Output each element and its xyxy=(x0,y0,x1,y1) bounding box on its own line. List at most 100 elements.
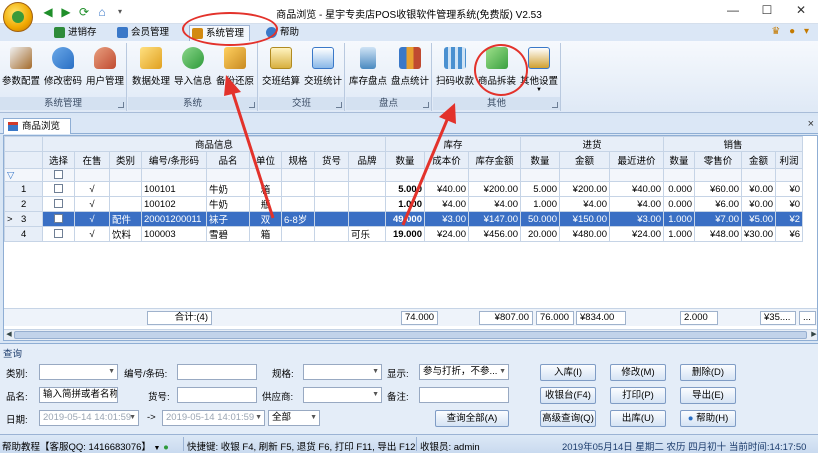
cell-sale-qty[interactable]: 1.000 xyxy=(663,226,695,242)
cell-pur-amt[interactable]: ¥4.00 xyxy=(559,196,610,212)
table-row[interactable]: >3 √ 配件 20001200011 袜子双 6-8岁 49.000 ¥3.00 ¥147.0… xyxy=(4,211,804,227)
inventory-check-button[interactable]: 库存盘点 xyxy=(348,45,388,87)
cell-sale-amt[interactable]: ¥5.00 xyxy=(740,211,777,227)
row-number[interactable]: 4 xyxy=(4,226,43,242)
cell-pur-qty[interactable]: 1.000 xyxy=(520,196,560,212)
cell-last-price[interactable]: ¥4.00 xyxy=(609,196,664,212)
col-sales-amount[interactable]: 金额 xyxy=(740,151,777,169)
cell-cost[interactable]: ¥4.00 xyxy=(424,196,469,212)
tab-members[interactable]: 会员管理 xyxy=(115,25,169,41)
cell-sale-amt[interactable]: ¥0.00 xyxy=(740,196,777,212)
col-retail[interactable]: 零售价 xyxy=(694,151,742,169)
table-row[interactable]: 2 √ 100102 牛奶瓶 1.000 ¥4.00 ¥4.00 1.000 ¥4.00 ¥4.0… xyxy=(4,196,804,212)
cell-category[interactable] xyxy=(109,181,142,197)
cell-cost[interactable]: ¥24.00 xyxy=(424,226,469,242)
minimize-button[interactable]: — xyxy=(716,0,750,20)
scroll-left-icon[interactable]: ◀ xyxy=(4,330,14,340)
table-row[interactable]: 4 √ 饮料 100003 雪碧箱可乐 19.000 ¥24.00 ¥456.00 20.000… xyxy=(4,226,804,242)
cell-pur-amt[interactable]: ¥480.00 xyxy=(559,226,610,242)
cell-retail[interactable]: ¥6.00 xyxy=(694,196,742,212)
cell-itemno[interactable] xyxy=(314,196,349,212)
col-name[interactable]: 品名 xyxy=(206,151,250,169)
horizontal-scrollbar[interactable]: ◀ ▶ xyxy=(4,329,817,340)
col-spec[interactable]: 规格 xyxy=(281,151,315,169)
col-last-price[interactable]: 最近进价 xyxy=(609,151,664,169)
stock-out-button[interactable]: 出库(U) xyxy=(610,410,666,427)
cell-code[interactable]: 100003 xyxy=(141,226,207,242)
group-expand-icon[interactable] xyxy=(336,102,342,108)
cell-stock-amt[interactable]: ¥200.00 xyxy=(468,181,521,197)
name-input[interactable]: 输入简拼或者名称 xyxy=(39,387,118,403)
select-cell[interactable] xyxy=(42,211,75,227)
row-number[interactable]: 1 xyxy=(4,181,43,197)
cell-last-price[interactable]: ¥40.00 xyxy=(609,181,664,197)
advanced-query-button[interactable]: 高级查询(Q) xyxy=(540,410,596,427)
tab-system[interactable]: 系统管理 xyxy=(189,25,251,41)
cell-unit[interactable]: 箱 xyxy=(249,226,282,242)
display-select[interactable]: 参与打折，不参... ▼ xyxy=(419,364,509,380)
delete-button[interactable]: 删除(D) xyxy=(680,364,736,381)
tab-inventory[interactable]: 进销存 xyxy=(52,25,97,41)
category-select[interactable]: ▼ xyxy=(39,364,118,380)
select-all-checkbox[interactable] xyxy=(54,170,63,180)
date-to-input[interactable]: 2019-05-14 14:01:59 ▼ xyxy=(162,410,265,426)
cell-brand[interactable]: 可乐 xyxy=(348,226,386,242)
other-settings-button[interactable]: 其他设置 ▼ xyxy=(519,45,559,93)
cell-stock-amt[interactable]: ¥147.00 xyxy=(468,211,521,227)
help-tutorial-link[interactable]: 帮助教程【客服QQ: 1416683076】 ▼ ● xyxy=(2,439,169,453)
col-stock-qty[interactable]: 数量 xyxy=(385,151,425,169)
shift-stats-button[interactable]: 交班统计 xyxy=(303,45,343,87)
select-cell[interactable] xyxy=(42,196,75,212)
check-stats-button[interactable]: 盘点统计 xyxy=(390,45,430,87)
cell-code[interactable]: 100101 xyxy=(141,181,207,197)
export-button[interactable]: 导出(E) xyxy=(680,387,736,404)
remark-input[interactable] xyxy=(419,387,509,403)
cell-onsale[interactable]: √ xyxy=(74,181,110,197)
cell-name[interactable]: 牛奶 xyxy=(206,196,250,212)
cell-unit[interactable]: 双 xyxy=(249,211,282,227)
cell-unit[interactable]: 瓶 xyxy=(249,196,282,212)
ribbon-options[interactable]: ♛ ● ▾ xyxy=(771,26,812,37)
col-purchase-amount[interactable]: 金额 xyxy=(559,151,610,169)
cell-code[interactable]: 20001200011 xyxy=(141,211,207,227)
spec-select[interactable]: ▼ xyxy=(303,364,382,380)
select-cell[interactable] xyxy=(42,181,75,197)
cell-unit[interactable]: 箱 xyxy=(249,181,282,197)
col-code[interactable]: 编号/条形码 xyxy=(141,151,207,169)
config-button[interactable]: 参数配置 xyxy=(2,45,40,87)
date-range-select[interactable]: 全部 ▼ xyxy=(268,410,320,426)
help-button[interactable]: ● 帮助(H) xyxy=(680,410,736,427)
col-stock-amount[interactable]: 库存金额 xyxy=(468,151,521,169)
cell-stock-amt[interactable]: ¥456.00 xyxy=(468,226,521,242)
cell-onsale[interactable]: √ xyxy=(74,211,110,227)
select-cell[interactable] xyxy=(42,226,75,242)
itemno-input[interactable] xyxy=(177,387,257,403)
col-brand[interactable]: 品牌 xyxy=(348,151,386,169)
row-number[interactable]: 2 xyxy=(4,196,43,212)
date-from-input[interactable]: 2019-05-14 14:01:59 ▼ xyxy=(39,410,139,426)
cell-itemno[interactable] xyxy=(314,211,349,227)
col-select[interactable]: 选择 xyxy=(42,151,75,169)
cell-stock-qty[interactable]: 1.000 xyxy=(385,196,425,212)
cell-stock-qty[interactable]: 49.000 xyxy=(385,211,425,227)
stock-in-button[interactable]: 入库(I) xyxy=(540,364,596,381)
print-button[interactable]: 打印(P) xyxy=(610,387,666,404)
row-checkbox[interactable] xyxy=(54,214,63,224)
close-button[interactable]: ✕ xyxy=(784,0,818,20)
cell-name[interactable]: 雪碧 xyxy=(206,226,250,242)
col-unit[interactable]: 单位 xyxy=(249,151,282,169)
scroll-thumb[interactable] xyxy=(14,331,807,339)
cell-stock-qty[interactable]: 19.000 xyxy=(385,226,425,242)
cell-sale-amt[interactable]: ¥30.00 xyxy=(740,226,777,242)
product-split-button[interactable]: 商品拆装 xyxy=(477,45,517,87)
cell-retail[interactable]: ¥7.00 xyxy=(694,211,742,227)
import-button[interactable]: 导入信息 xyxy=(174,45,212,87)
cell-retail[interactable]: ¥48.00 xyxy=(694,226,742,242)
row-number[interactable]: >3 xyxy=(4,211,43,227)
cell-spec[interactable]: 6-8岁 xyxy=(281,211,315,227)
query-all-button[interactable]: 查询全部(A) xyxy=(435,410,509,427)
backup-restore-button[interactable]: 备份还原 xyxy=(216,45,254,87)
code-input[interactable] xyxy=(177,364,257,380)
col-category[interactable]: 类别 xyxy=(109,151,142,169)
row-checkbox[interactable] xyxy=(54,199,63,209)
